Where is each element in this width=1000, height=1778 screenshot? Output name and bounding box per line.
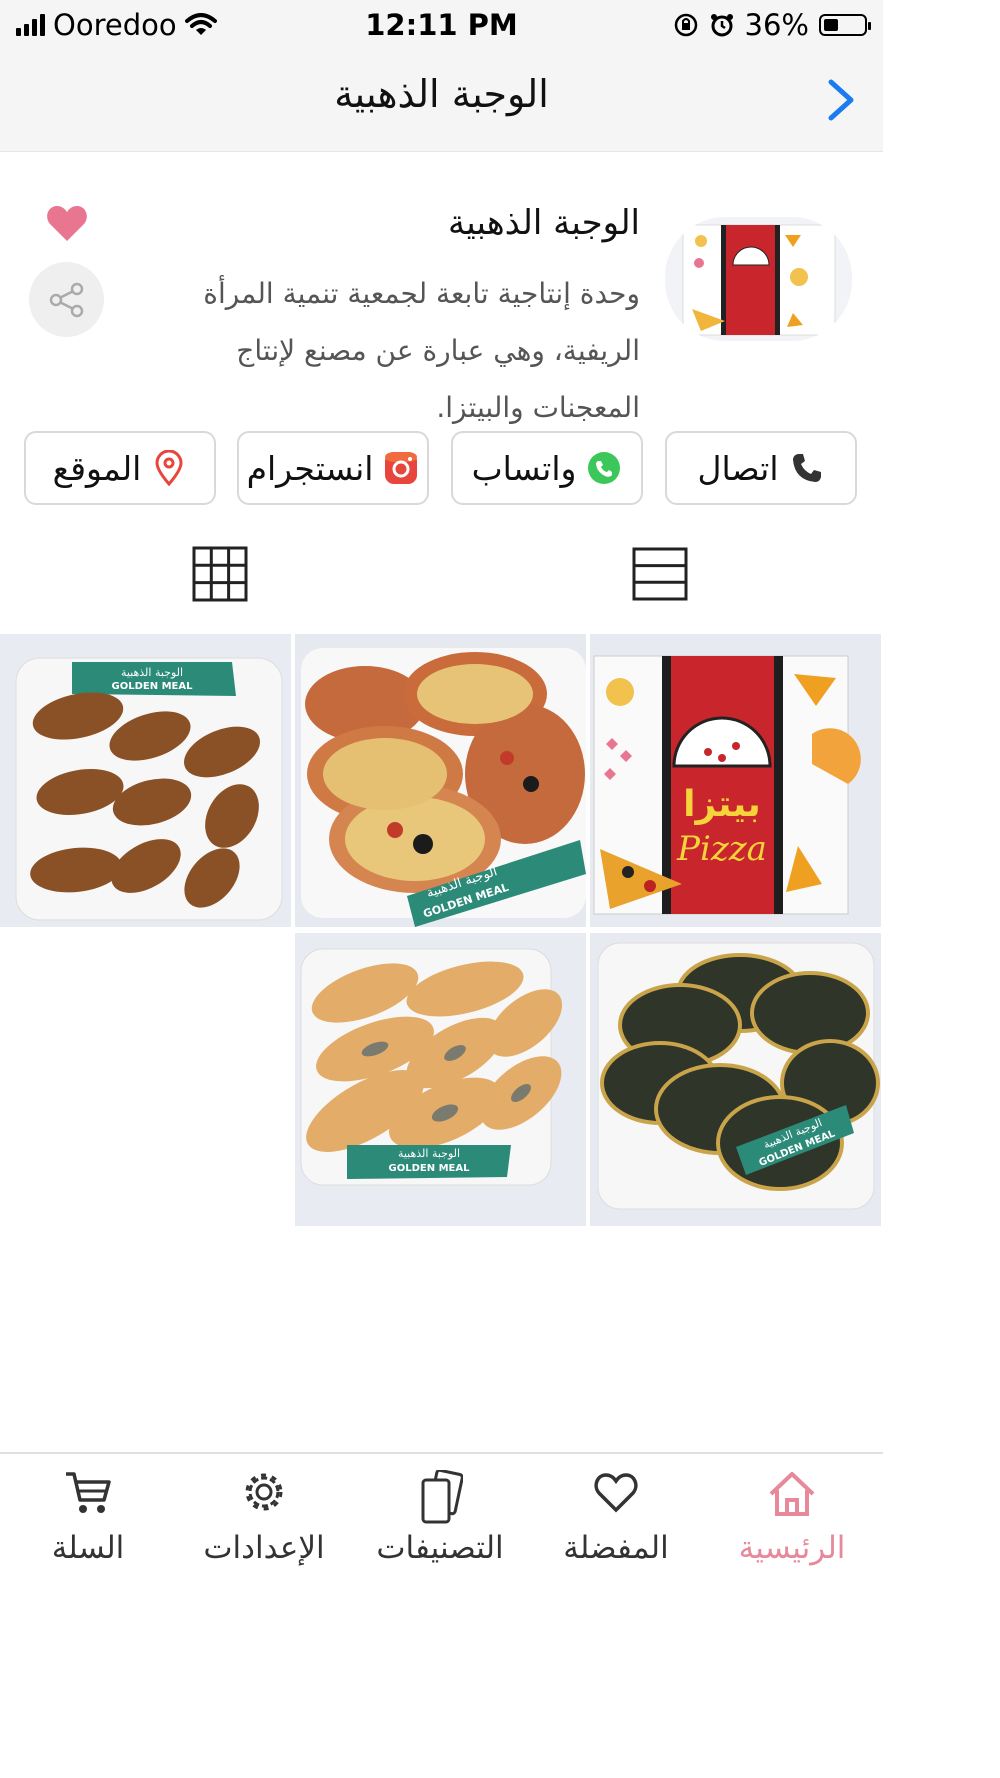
tab-settings-label: الإعدادات [203, 1530, 325, 1566]
location-pin-icon [151, 450, 187, 486]
tab-favorites[interactable]: المفضلة [528, 1470, 704, 1580]
favorite-heart-icon[interactable] [45, 201, 89, 245]
zaatar-manakish-tray-photo[interactable]: الوجبة الذهبية GOLDEN MEAL [590, 933, 881, 1226]
whatsapp-label: واتساب [471, 448, 577, 488]
battery-percent: 36% [744, 8, 809, 42]
status-bar: Ooredoo 12:11 PM 36% [0, 0, 883, 50]
share-button[interactable] [29, 262, 104, 337]
package-label-arabic: الوجبة الذهبية [398, 1147, 460, 1160]
heart-outline-icon [594, 1473, 638, 1513]
tab-settings[interactable]: الإعدادات [176, 1470, 352, 1580]
pizza-box-photo[interactable]: بيتزا Pizza [590, 634, 881, 927]
categories-icon [421, 1470, 463, 1524]
whatsapp-icon [586, 450, 622, 486]
location-label: الموقع [52, 448, 142, 488]
app-screen: Ooredoo 12:11 PM 36% الوجبة الذهبية الوج… [0, 0, 883, 1778]
tab-home-label: الرئيسية [738, 1530, 846, 1566]
tab-bar: الرئيسية المفضلة التصنيفات الإعدادات الس… [0, 1452, 883, 1778]
instagram-label: انستجرام [246, 448, 374, 488]
instagram-button[interactable]: انستجرام [237, 431, 429, 505]
store-logo [665, 217, 852, 341]
list-view-icon[interactable] [632, 546, 688, 602]
navigation-bar: الوجبة الذهبية [0, 50, 883, 152]
back-chevron-icon[interactable] [821, 78, 861, 122]
grid-view-icon[interactable] [192, 546, 248, 602]
tab-cart-label: السلة [51, 1530, 125, 1566]
call-button[interactable]: اتصال [665, 431, 857, 505]
home-icon [769, 1472, 815, 1516]
package-label-english: GOLDEN MEAL [389, 1163, 471, 1174]
package-label-english: GOLDEN MEAL [112, 681, 194, 692]
cart-icon [66, 1472, 111, 1513]
phone-icon [789, 450, 825, 486]
whatsapp-button[interactable]: واتساب [451, 431, 643, 505]
tab-categories[interactable]: التصنيفات [352, 1470, 528, 1580]
alarm-icon [710, 14, 733, 37]
fatayer-tray-photo[interactable]: الوجبة الذهبية GOLDEN MEAL [295, 933, 586, 1226]
gear-icon [245, 1473, 283, 1511]
instagram-icon [383, 450, 419, 486]
mini-pizza-tray-photo[interactable]: الوجبة الذهبية GOLDEN MEAL [295, 634, 586, 927]
tab-cart[interactable]: السلة [0, 1470, 176, 1580]
orientation-lock-icon [674, 13, 697, 37]
battery-icon [819, 14, 871, 36]
pizza-box-arabic-text: بيتزا [683, 784, 761, 825]
call-label: اتصال [697, 448, 779, 488]
package-label-arabic: الوجبة الذهبية [121, 666, 183, 679]
location-button[interactable]: الموقع [24, 431, 216, 505]
kibbeh-tray-photo[interactable]: الوجبة الذهبية GOLDEN MEAL [0, 634, 291, 927]
store-name: الوجبة الذهبية [447, 203, 640, 243]
tab-home[interactable]: الرئيسية [704, 1470, 880, 1580]
contact-actions: اتصال واتساب انستجرام الموقع [24, 431, 858, 505]
tab-favorites-label: المفضلة [563, 1530, 669, 1566]
pizza-box-english-text: Pizza [676, 829, 767, 869]
page-title: الوجبة الذهبية [334, 72, 549, 116]
store-description: وحدة إنتاجية تابعة لجمعية تنمية المرأة ا… [203, 277, 640, 424]
share-icon [49, 282, 83, 317]
tab-categories-label: التصنيفات [376, 1530, 504, 1566]
